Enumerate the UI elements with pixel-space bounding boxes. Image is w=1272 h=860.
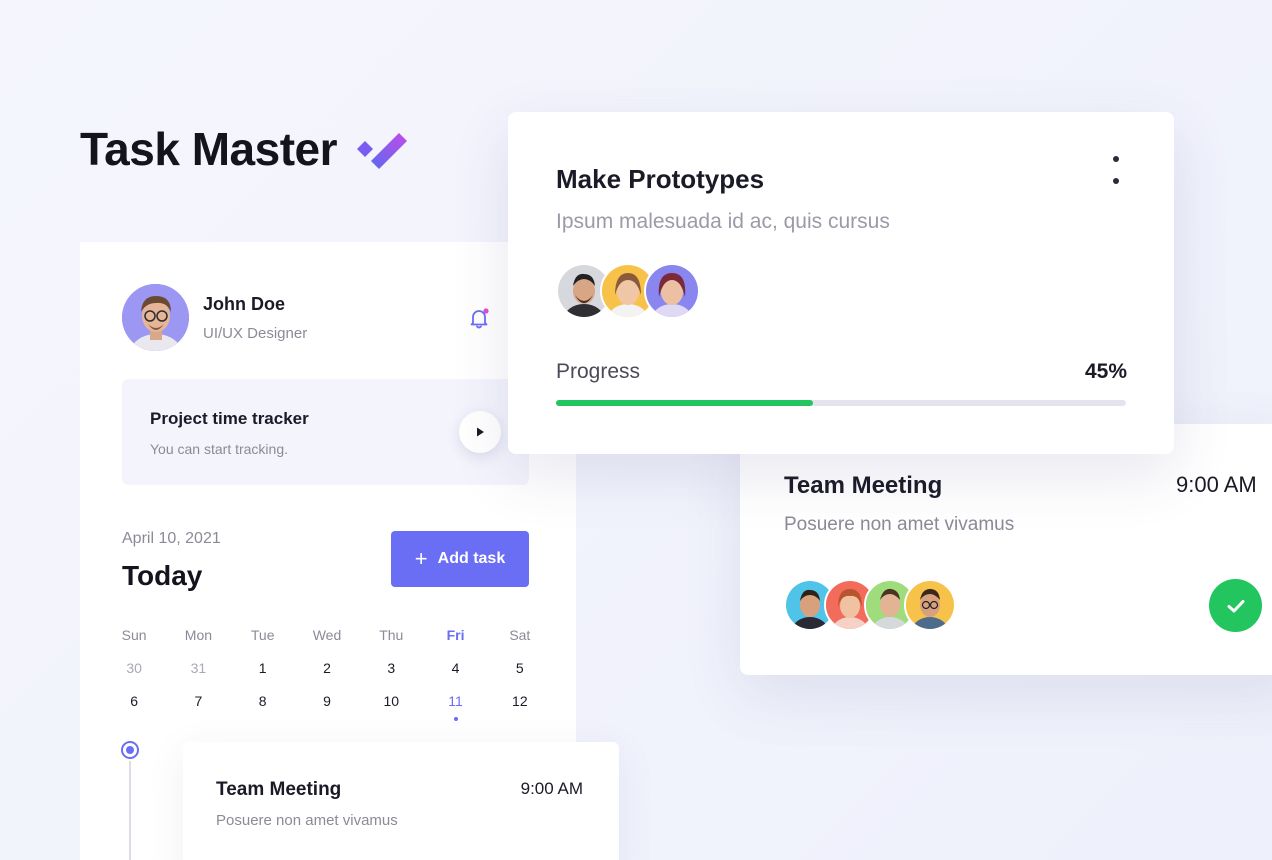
profile-text: John Doe UI/UX Designer [203, 294, 307, 342]
calendar-day[interactable]: 6 [102, 693, 166, 709]
checkmark-logo-icon [357, 133, 408, 169]
weekday-label: Thu [379, 626, 404, 643]
calendar-day[interactable]: 5 [488, 660, 552, 676]
current-date: April 10, 2021 [122, 530, 221, 547]
progress-value: 45% [1084, 360, 1127, 383]
more-vertical-icon[interactable] [1106, 154, 1126, 186]
meeting-subtitle: Posuere non amet vivamus [216, 812, 398, 829]
check-icon [1227, 599, 1244, 612]
calendar-day[interactable]: 8 [231, 693, 295, 709]
add-task-button[interactable]: + Add task [391, 531, 529, 587]
calendar-day-selected[interactable]: 11 [423, 693, 487, 721]
calendar-day[interactable]: 9 [295, 693, 359, 709]
task-card[interactable]: Make Prototypes Ipsum malesuada id ac, q… [508, 112, 1174, 454]
avatar[interactable] [904, 579, 956, 631]
weekday-label-active: Fri [446, 626, 465, 643]
calendar-day[interactable]: 7 [166, 693, 230, 709]
meeting-title: Team Meeting [216, 779, 342, 800]
progress-bar-fill [556, 400, 813, 406]
weekday-label: Sat [509, 626, 531, 643]
complete-button[interactable] [1209, 579, 1262, 632]
bell-icon[interactable] [467, 306, 491, 330]
avatar[interactable] [122, 284, 189, 351]
page-title: Today [122, 560, 203, 591]
app-title: Task Master [80, 123, 338, 175]
meeting-time: 9:00 AM [1176, 472, 1257, 497]
weekday-row: Sun Mon Tue Wed Thu Fri Sat [102, 618, 552, 651]
meeting-time: 9:00 AM [520, 779, 583, 798]
meeting-card-large[interactable]: Team Meeting 9:00 AM Posuere non amet vi… [740, 424, 1272, 675]
week-row: 30 31 1 2 3 4 5 [102, 651, 552, 684]
progress-label: Progress [556, 360, 641, 383]
app-canvas: Task Master John Doe UI/UX Designer Proj… [0, 0, 1272, 860]
calendar-day[interactable]: 30 [102, 660, 166, 676]
add-task-label: Add task [437, 550, 506, 567]
calendar-day[interactable]: 12 [488, 693, 552, 709]
time-tracker-card: Project time tracker You can start track… [122, 379, 529, 485]
meeting-subtitle: Posuere non amet vivamus [784, 514, 1015, 535]
calendar-day[interactable]: 10 [359, 693, 423, 709]
participant-avatars [556, 263, 700, 319]
calendar-day[interactable]: 31 [166, 660, 230, 676]
timeline-marker [121, 741, 139, 759]
plus-icon: + [414, 546, 428, 571]
task-subtitle: Ipsum malesuada id ac, quis cursus [556, 210, 890, 233]
weekday-label: Mon [184, 626, 213, 643]
calendar-day[interactable]: 4 [423, 660, 487, 676]
meeting-title: Team Meeting [784, 472, 943, 499]
profile-role: UI/UX Designer [203, 324, 308, 342]
meeting-card[interactable]: Team Meeting 9:00 AM Posuere non amet vi… [183, 742, 619, 860]
timeline-line [129, 761, 131, 860]
tracker-title: Project time tracker [150, 409, 309, 428]
tracker-subtitle: You can start tracking. [150, 441, 289, 457]
calendar-day[interactable]: 1 [231, 660, 295, 676]
play-icon [477, 427, 484, 437]
weekday-label: Tue [250, 626, 275, 643]
week-row: 6 7 8 9 10 11 12 [102, 684, 552, 721]
avatar[interactable] [644, 263, 700, 319]
week-calendar: Sun Mon Tue Wed Thu Fri Sat 30 31 1 2 3 … [102, 618, 552, 721]
participant-avatars [784, 579, 956, 631]
task-title: Make Prototypes [556, 164, 765, 194]
progress-bar [556, 400, 1126, 406]
calendar-day[interactable]: 3 [359, 660, 423, 676]
weekday-label: Sun [121, 626, 147, 643]
weekday-label: Wed [312, 626, 342, 643]
play-button[interactable] [459, 411, 501, 453]
calendar-day[interactable]: 2 [295, 660, 359, 676]
profile-name: John Doe [203, 293, 286, 314]
brand: Task Master [80, 122, 409, 176]
profile: John Doe UI/UX Designer [122, 284, 307, 351]
